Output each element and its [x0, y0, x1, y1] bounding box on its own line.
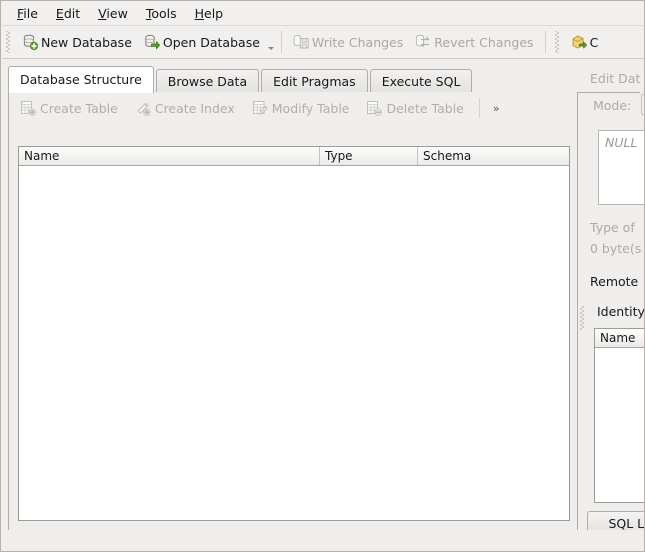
new-database-label: New Database [41, 34, 132, 50]
delete-table-icon [367, 101, 383, 116]
menu-item-edit-label: dit [63, 5, 81, 21]
toolbar-separator-2 [544, 31, 546, 53]
tab-browse-data[interactable]: Browse Data [155, 69, 260, 93]
cell-value-editor[interactable]: NULL [598, 130, 644, 205]
toolbar-separator-1 [280, 31, 282, 53]
create-table-icon [21, 101, 36, 116]
create-index-button[interactable]: Create Index [128, 97, 242, 119]
menu-item-help[interactable]: Help [186, 4, 233, 24]
tab-execute-sql[interactable]: Execute SQL [369, 69, 473, 93]
column-header-name[interactable]: Name [19, 147, 320, 165]
menu-item-edit-mnemonic: E [55, 5, 64, 21]
tab-edit-pragmas-label: Edit Pragmas [273, 74, 356, 89]
menu-item-view-label: iew [106, 5, 128, 21]
write-changes-button[interactable]: Write Changes [287, 31, 409, 53]
tab-bar: Database Structure Browse Data Edit Prag… [8, 66, 640, 93]
main-window: File Edit View Tools Help New Database O… [0, 0, 645, 552]
modify-table-label: Modify Table [271, 100, 350, 116]
vertical-splitter-handle[interactable] [579, 306, 585, 330]
open-project-label: C [589, 34, 599, 50]
menu-item-help-mnemonic: H [194, 5, 205, 21]
table-body-empty[interactable] [19, 166, 569, 520]
cell-size-label: 0 byte(s [590, 241, 642, 256]
create-table-button[interactable]: Create Table [13, 97, 125, 119]
menu-bar: File Edit View Tools Help [2, 2, 644, 26]
open-database-button[interactable]: Open Database [138, 31, 266, 53]
column-header-schema[interactable]: Schema [418, 147, 569, 165]
remote-list-column-header-name[interactable]: Name [595, 329, 644, 348]
mode-select[interactable] [641, 94, 644, 115]
delete-table-label: Delete Table [386, 100, 464, 116]
new-database-button[interactable]: New Database [16, 31, 138, 53]
create-index-label: Create Index [154, 100, 235, 116]
open-database-icon [145, 34, 160, 50]
structure-toolbar-separator [478, 98, 480, 118]
revert-changes-icon [416, 34, 430, 48]
remote-identity-label: Identity [597, 304, 645, 319]
toolbar-drag-handle-2[interactable] [553, 31, 563, 53]
revert-changes-button[interactable]: Revert Changes [409, 31, 539, 53]
open-database-dropdown-arrow[interactable] [266, 31, 276, 53]
menu-item-edit[interactable]: Edit [47, 4, 89, 24]
menu-item-tools-label: ools [151, 5, 177, 21]
main-toolbar: New Database Open Database Write Changes [2, 26, 644, 59]
write-changes-label: Write Changes [311, 34, 404, 50]
create-index-icon [137, 103, 151, 116]
remote-identity-list[interactable]: Name [594, 328, 644, 503]
menu-item-view[interactable]: View [89, 4, 137, 24]
toolbar-drag-handle[interactable] [5, 31, 14, 53]
create-table-label: Create Table [40, 100, 118, 116]
column-header-type[interactable]: Type [320, 147, 418, 165]
open-project-icon [572, 35, 587, 49]
tab-execute-sql-label: Execute SQL [381, 74, 461, 89]
cell-value-null-text: NULL [605, 135, 638, 150]
tab-database-structure[interactable]: Database Structure [8, 66, 154, 93]
type-of-data-label: Type of [590, 220, 635, 235]
status-bar [2, 530, 644, 550]
tab-edit-pragmas[interactable]: Edit Pragmas [261, 69, 368, 93]
edit-database-cell-title: Edit Dat [590, 71, 641, 86]
open-project-button[interactable]: C [565, 31, 605, 53]
tab-database-structure-label: Database Structure [20, 72, 142, 87]
tab-browse-data-label: Browse Data [167, 74, 248, 89]
delete-table-button[interactable]: Delete Table [359, 97, 470, 119]
modify-table-button[interactable]: Modify Table [245, 97, 357, 119]
revert-changes-label: Revert Changes [434, 34, 534, 50]
table-header-row: Name Type Schema [19, 147, 569, 166]
menu-item-file-label: ile [23, 5, 38, 21]
menu-item-tools[interactable]: Tools [137, 4, 186, 24]
open-database-label: Open Database [162, 34, 260, 50]
mode-label: Mode: [593, 98, 632, 113]
structure-toolbar-overflow-button[interactable]: » [486, 100, 507, 117]
modify-table-icon [252, 101, 268, 115]
structure-toolbar: Create Table Create Index Modify Table D… [10, 93, 578, 123]
remote-panel-title: Remote [590, 274, 639, 289]
new-database-icon [23, 34, 38, 50]
menu-item-help-label: elp [204, 5, 224, 21]
database-structure-pane: Create Table Create Index Modify Table D… [8, 92, 578, 532]
database-objects-table[interactable]: Name Type Schema [18, 146, 570, 521]
right-dock-area: Edit Dat Mode: NULL Type of 0 byte(s Rem… [586, 63, 645, 533]
write-changes-icon [293, 35, 309, 49]
menu-item-file[interactable]: File [8, 4, 47, 24]
